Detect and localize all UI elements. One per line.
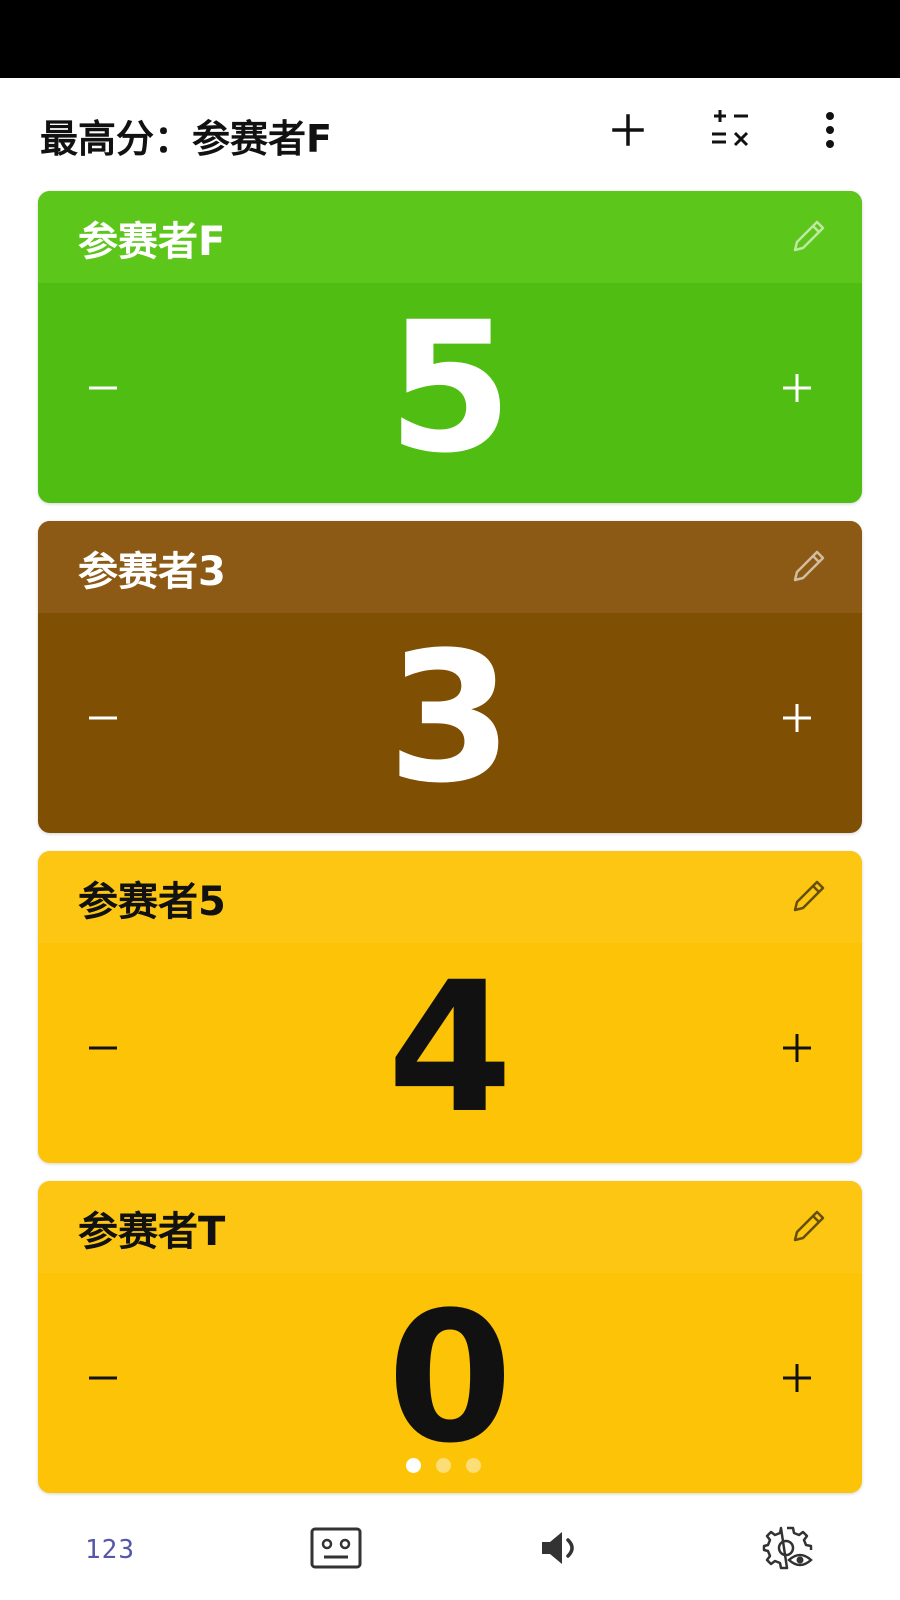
minus-icon (86, 701, 120, 739)
settings-eye-icon (761, 1524, 815, 1576)
page-dot[interactable] (466, 1458, 481, 1473)
nav-robot[interactable] (276, 1500, 396, 1600)
page-dot[interactable] (436, 1458, 451, 1473)
minus-icon (86, 1361, 120, 1399)
player-card: 参赛者F 5 (38, 191, 862, 503)
status-bar (0, 0, 900, 78)
nav-settings[interactable] (728, 1500, 848, 1600)
edit-player-button[interactable] (784, 873, 834, 923)
plus-icon (780, 701, 814, 739)
player-score: 3 (387, 614, 513, 823)
counter-icon: 123 (85, 1535, 135, 1565)
app-bar: 最高分：参赛者F (0, 78, 900, 186)
player-card: 参赛者5 4 (38, 851, 862, 1163)
pencil-icon (787, 874, 831, 922)
decrement-button[interactable] (68, 1345, 138, 1415)
speaker-icon (538, 1528, 586, 1572)
increment-button[interactable] (762, 1345, 832, 1415)
page-indicator (406, 1458, 506, 1474)
decrement-button[interactable] (68, 355, 138, 425)
decrement-button[interactable] (68, 685, 138, 755)
page-dot-active[interactable] (406, 1458, 421, 1473)
minus-icon (86, 371, 120, 409)
player-card: 参赛者3 3 (38, 521, 862, 833)
calculator-icon (706, 110, 754, 150)
edit-player-button[interactable] (784, 543, 834, 593)
plus-icon (780, 371, 814, 409)
more-vertical-icon (824, 110, 836, 150)
plus-icon (780, 1361, 814, 1399)
player-name: 参赛者T (78, 1209, 226, 1255)
decrement-button[interactable] (68, 1015, 138, 1085)
player-name: 参赛者F (78, 219, 226, 265)
pencil-icon (787, 1204, 831, 1252)
player-card: 参赛者T 0 (38, 1181, 862, 1493)
bottom-nav: 123 (0, 1500, 900, 1600)
calculator-button[interactable] (698, 98, 762, 162)
player-score: 5 (387, 284, 513, 493)
player-score: 0 (387, 1274, 513, 1483)
plus-icon (780, 1031, 814, 1069)
minus-icon (86, 1031, 120, 1069)
more-options-button[interactable] (798, 98, 862, 162)
edit-player-button[interactable] (784, 1203, 834, 1253)
add-player-button[interactable] (596, 98, 660, 162)
player-name: 参赛者3 (78, 549, 226, 595)
player-name: 参赛者5 (78, 879, 226, 925)
increment-button[interactable] (762, 1015, 832, 1085)
edit-player-button[interactable] (784, 213, 834, 263)
robot-face-icon (309, 1526, 363, 1574)
pencil-icon (787, 214, 831, 262)
pencil-icon (787, 544, 831, 592)
increment-button[interactable] (762, 355, 832, 425)
plus-icon (610, 112, 646, 148)
nav-counter[interactable]: 123 (50, 1500, 170, 1600)
page-title: 最高分：参赛者F (40, 117, 332, 161)
player-score: 4 (387, 944, 513, 1153)
nav-sound[interactable] (502, 1500, 622, 1600)
increment-button[interactable] (762, 685, 832, 755)
